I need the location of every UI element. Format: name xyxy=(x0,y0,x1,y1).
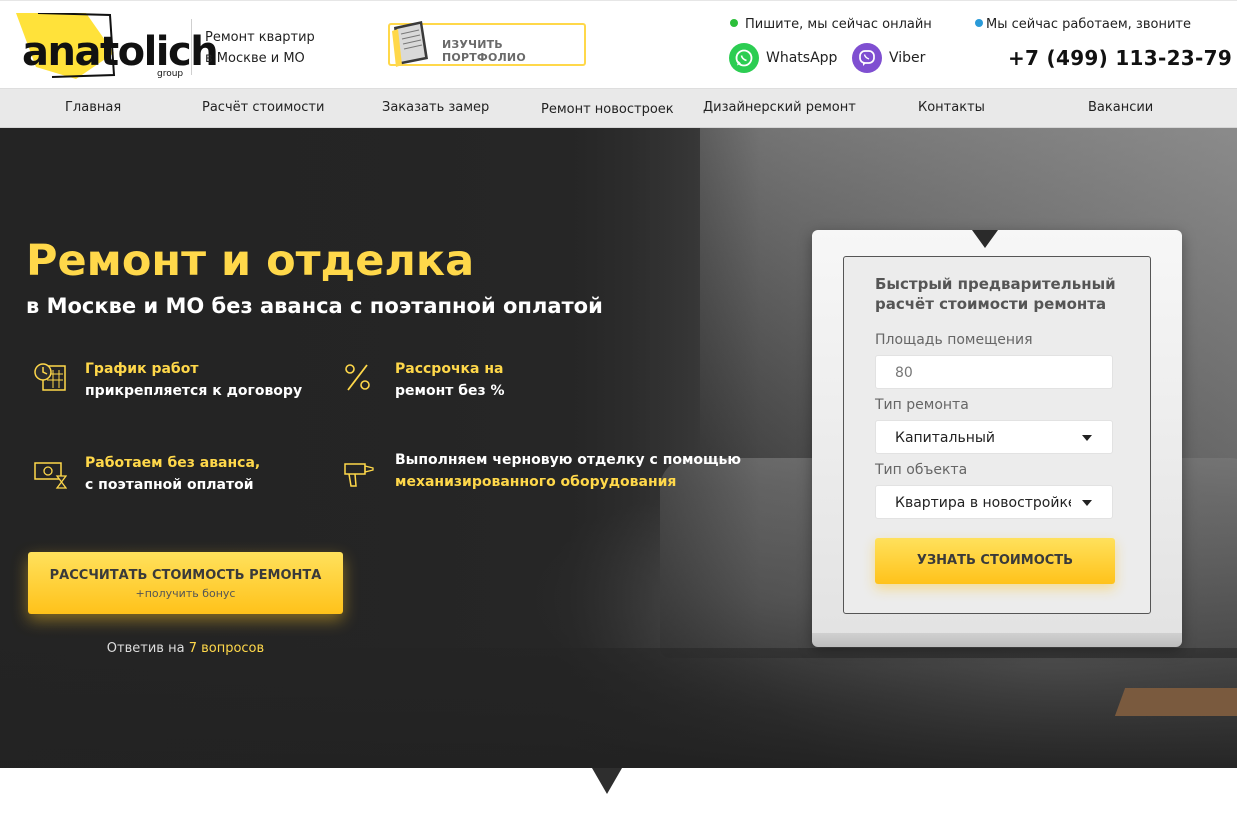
object-type-label: Тип объекта xyxy=(875,462,968,478)
object-type-select[interactable]: Квартира в новостройке xyxy=(875,485,1113,519)
feature-schedule: График работ прикрепляется к договору xyxy=(85,358,302,402)
chevron-down-icon xyxy=(1082,500,1092,506)
percent-icon xyxy=(345,364,370,391)
viber-icon xyxy=(852,43,882,73)
online-status: Пишите, мы сейчас онлайн xyxy=(730,17,932,32)
quiz-questions-link[interactable]: 7 вопросов xyxy=(189,641,265,656)
feature-installment: Рассрочка на ремонт без % xyxy=(395,358,505,402)
hero-background-shade xyxy=(0,128,760,768)
feature-mechanized: Выполняем черновую отделку с помощью мех… xyxy=(395,449,741,493)
scroll-down-arrow-icon[interactable] xyxy=(592,768,622,794)
online-status-text: Пишите, мы сейчас онлайн xyxy=(745,17,932,32)
phone-number[interactable]: +7 (499) 113-23-79 xyxy=(1008,46,1232,70)
working-status: Мы сейчас работаем, звоните xyxy=(975,17,1191,32)
area-label: Площадь помещения xyxy=(875,332,1033,348)
whatsapp-link[interactable]: WhatsApp xyxy=(729,43,839,75)
tagline-line-1: Ремонт квартир xyxy=(205,30,315,45)
nav-item-cost-calculation[interactable]: Расчёт стоимости xyxy=(202,100,324,115)
viber-label: Viber xyxy=(889,50,926,66)
nav-item-order-measurement[interactable]: Заказать замер xyxy=(382,100,489,115)
portfolio-button[interactable]: ИЗУЧИТЬ ПОРТФОЛИО xyxy=(388,21,586,67)
portfolio-button-label: ИЗУЧИТЬ ПОРТФОЛИО xyxy=(442,38,526,64)
logo-subtitle: group xyxy=(157,69,184,79)
area-input[interactable]: 80 xyxy=(875,355,1113,389)
repair-type-label: Тип ремонта xyxy=(875,397,969,413)
nav-item-new-buildings[interactable]: Ремонт новостроек xyxy=(541,102,674,117)
quiz-note-prefix: Ответив на xyxy=(106,641,185,656)
feature-installment-title: Рассрочка на xyxy=(395,361,504,377)
feature-schedule-title: График работ xyxy=(85,361,199,377)
logo-wordmark: anatolich xyxy=(22,29,219,75)
header: anatolich group Ремонт квартир в Москве … xyxy=(0,0,1237,88)
calc-title: Быстрый предварительный расчёт стоимости… xyxy=(875,275,1116,313)
hero-subtitle: в Москве и МО без аванса с поэтапной опл… xyxy=(26,294,603,318)
header-tagline: Ремонт квартир в Москве и МО xyxy=(205,27,335,69)
viber-link[interactable]: Viber xyxy=(852,43,932,75)
drill-icon xyxy=(344,463,374,487)
calculate-cost-button-label: РАССЧИТАТЬ СТОИМОСТЬ РЕМОНТА xyxy=(49,568,322,583)
hero-background-table xyxy=(1114,688,1237,716)
portfolio-book-icon xyxy=(392,21,428,67)
feature-mechanized-text: Выполняем черновую отделку с помощью xyxy=(395,452,741,468)
whatsapp-icon xyxy=(729,43,759,73)
repair-type-select[interactable]: Капитальный xyxy=(875,420,1113,454)
feature-no-advance-title: Работаем без аванса, xyxy=(85,455,261,471)
nav-item-designer-repair[interactable]: Дизайнерский ремонт xyxy=(703,100,856,115)
area-input-value: 80 xyxy=(895,365,913,381)
feature-schedule-text: прикрепляется к договору xyxy=(85,383,303,399)
feature-no-advance-text: с поэтапной оплатой xyxy=(85,477,254,493)
nav-item-contacts[interactable]: Контакты xyxy=(918,100,985,115)
whatsapp-label: WhatsApp xyxy=(766,50,838,66)
feature-mechanized-highlight: механизированного оборудования xyxy=(395,474,677,490)
working-status-text: Мы сейчас работаем, звоните xyxy=(986,17,1191,32)
repair-type-value: Капитальный xyxy=(895,430,996,446)
working-dot-icon xyxy=(975,19,983,27)
tagline-line-2: в Москве и МО xyxy=(205,51,305,66)
chevron-down-icon xyxy=(1082,435,1092,441)
calculate-cost-button[interactable]: РАССЧИТАТЬ СТОИМОСТЬ РЕМОНТА +получить б… xyxy=(28,552,343,614)
logo[interactable]: anatolich group xyxy=(16,13,219,81)
online-dot-icon xyxy=(730,19,738,27)
get-price-button-label: УЗНАТЬ СТОИМОСТЬ xyxy=(916,553,1074,568)
nav-item-home[interactable]: Главная xyxy=(65,100,121,115)
calc-card-notch-icon xyxy=(972,230,998,248)
feature-installment-text: ремонт без % xyxy=(395,383,505,399)
quiz-note: Ответив на 7 вопросов xyxy=(28,641,343,656)
hero-title: Ремонт и отделка xyxy=(26,236,475,286)
calendar-clock-icon xyxy=(34,363,66,391)
get-price-button[interactable]: УЗНАТЬ СТОИМОСТЬ xyxy=(875,538,1115,584)
cash-hourglass-icon xyxy=(34,462,67,489)
logo-divider xyxy=(191,19,192,75)
main-nav: Главная Расчёт стоимости Заказать замер … xyxy=(0,88,1237,128)
calc-card-base xyxy=(812,633,1182,647)
feature-no-advance: Работаем без аванса, с поэтапной оплатой xyxy=(85,452,260,496)
object-type-value: Квартира в новостройке xyxy=(895,495,1071,511)
nav-item-vacancies[interactable]: Вакансии xyxy=(1088,100,1153,115)
calculate-cost-button-sub: +получить бонус xyxy=(135,587,236,600)
